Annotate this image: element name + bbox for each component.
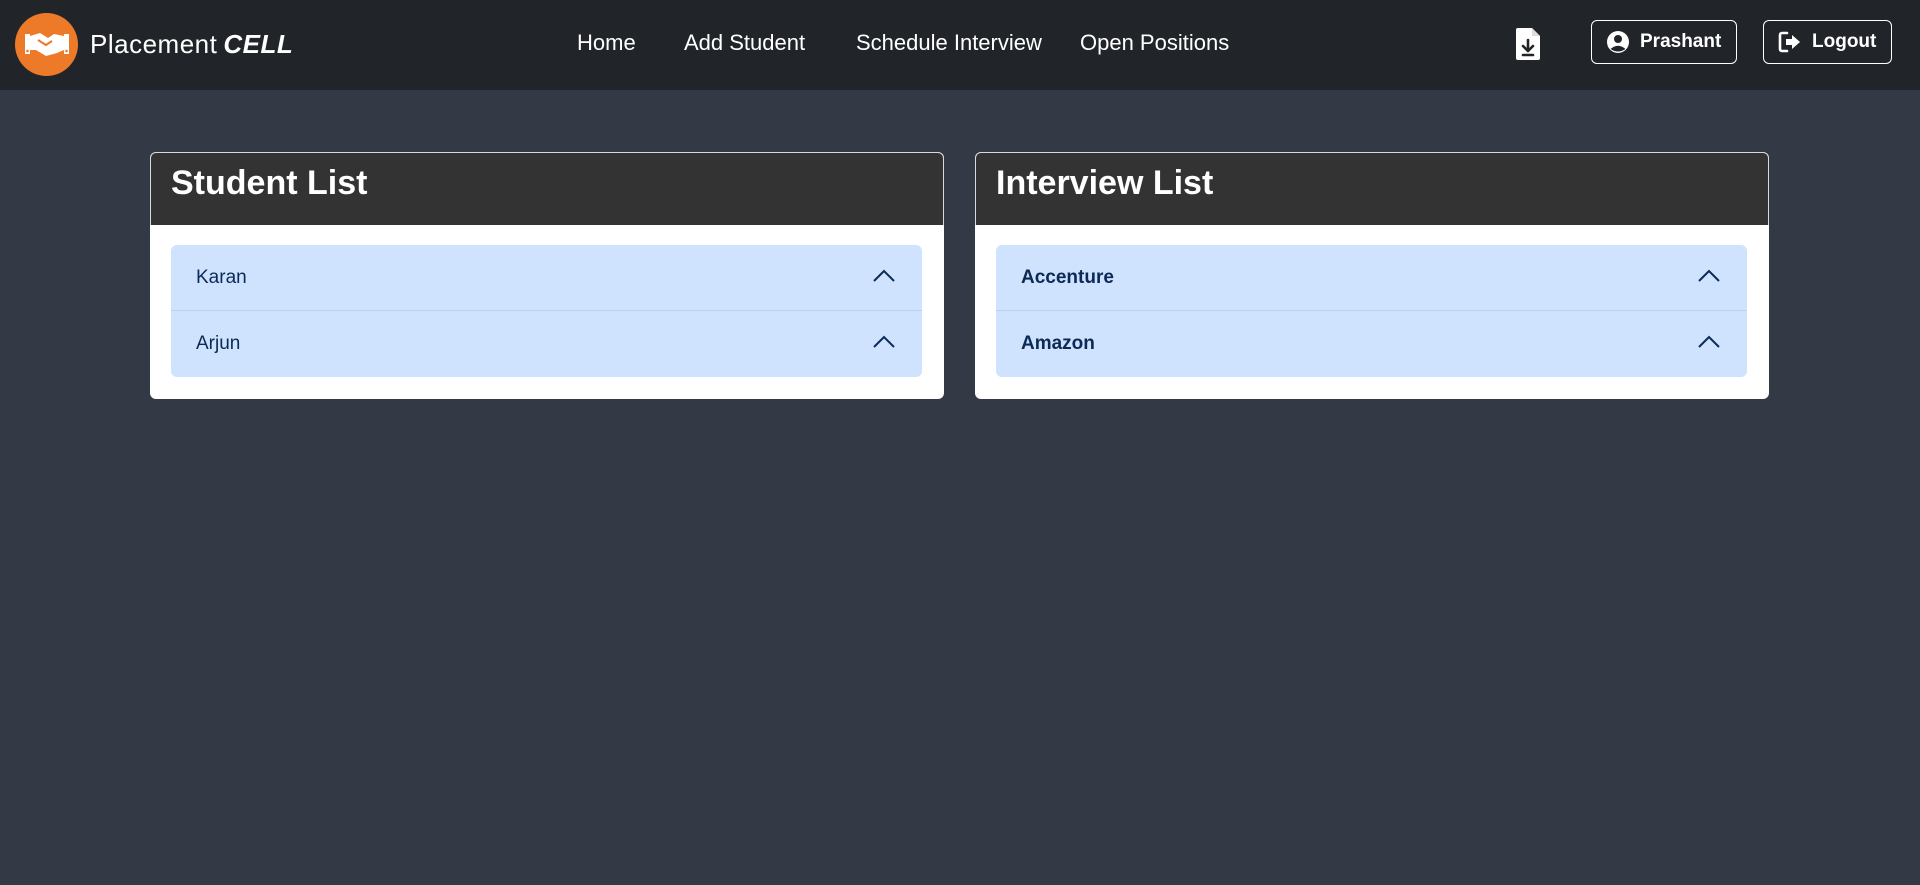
interview-item-accenture[interactable]: Accenture bbox=[996, 245, 1747, 311]
profile-label: Prashant bbox=[1640, 31, 1722, 52]
chevron-up-icon bbox=[873, 335, 895, 348]
chevron-up-icon bbox=[873, 269, 895, 282]
user-circle-icon bbox=[1607, 31, 1629, 53]
nav-home[interactable]: Home bbox=[577, 30, 636, 56]
handshake-logo-icon bbox=[15, 12, 78, 76]
interview-item-amazon[interactable]: Amazon bbox=[996, 311, 1747, 377]
interview-list-title: Interview List bbox=[975, 152, 1769, 225]
student-list-card: Student List Karan Arjun bbox=[150, 152, 944, 399]
interview-list-card: Interview List Accenture Amazon bbox=[975, 152, 1769, 399]
logout-label: Logout bbox=[1812, 31, 1877, 52]
interview-accordion: Accenture Amazon bbox=[996, 245, 1747, 377]
student-accordion: Karan Arjun bbox=[171, 245, 922, 377]
download-button[interactable] bbox=[1511, 26, 1545, 62]
student-item-karan[interactable]: Karan bbox=[171, 245, 922, 311]
chevron-up-icon bbox=[1698, 335, 1720, 348]
company-name: Accenture bbox=[1021, 267, 1114, 288]
sign-out-icon bbox=[1778, 31, 1800, 53]
brand[interactable]: Placement CELL bbox=[15, 12, 293, 76]
nav-add-student[interactable]: Add Student bbox=[684, 30, 805, 56]
logout-button[interactable]: Logout bbox=[1763, 20, 1892, 64]
company-name: Amazon bbox=[1021, 333, 1095, 354]
file-download-icon bbox=[1516, 28, 1540, 60]
nav-schedule-interview[interactable]: Schedule Interview bbox=[856, 30, 1042, 56]
student-name: Karan bbox=[196, 267, 247, 288]
brand-name: Placement bbox=[90, 28, 218, 59]
student-item-arjun[interactable]: Arjun bbox=[171, 311, 922, 377]
profile-button[interactable]: Prashant bbox=[1591, 20, 1737, 64]
chevron-up-icon bbox=[1698, 269, 1720, 282]
student-name: Arjun bbox=[196, 333, 241, 354]
navbar: Placement CELL Home Add Student Schedule … bbox=[0, 0, 1920, 90]
nav-open-positions[interactable]: Open Positions bbox=[1080, 30, 1229, 56]
brand-accent: CELL bbox=[223, 28, 294, 59]
student-list-title: Student List bbox=[150, 152, 944, 225]
brand-title: Placement CELL bbox=[90, 29, 293, 60]
